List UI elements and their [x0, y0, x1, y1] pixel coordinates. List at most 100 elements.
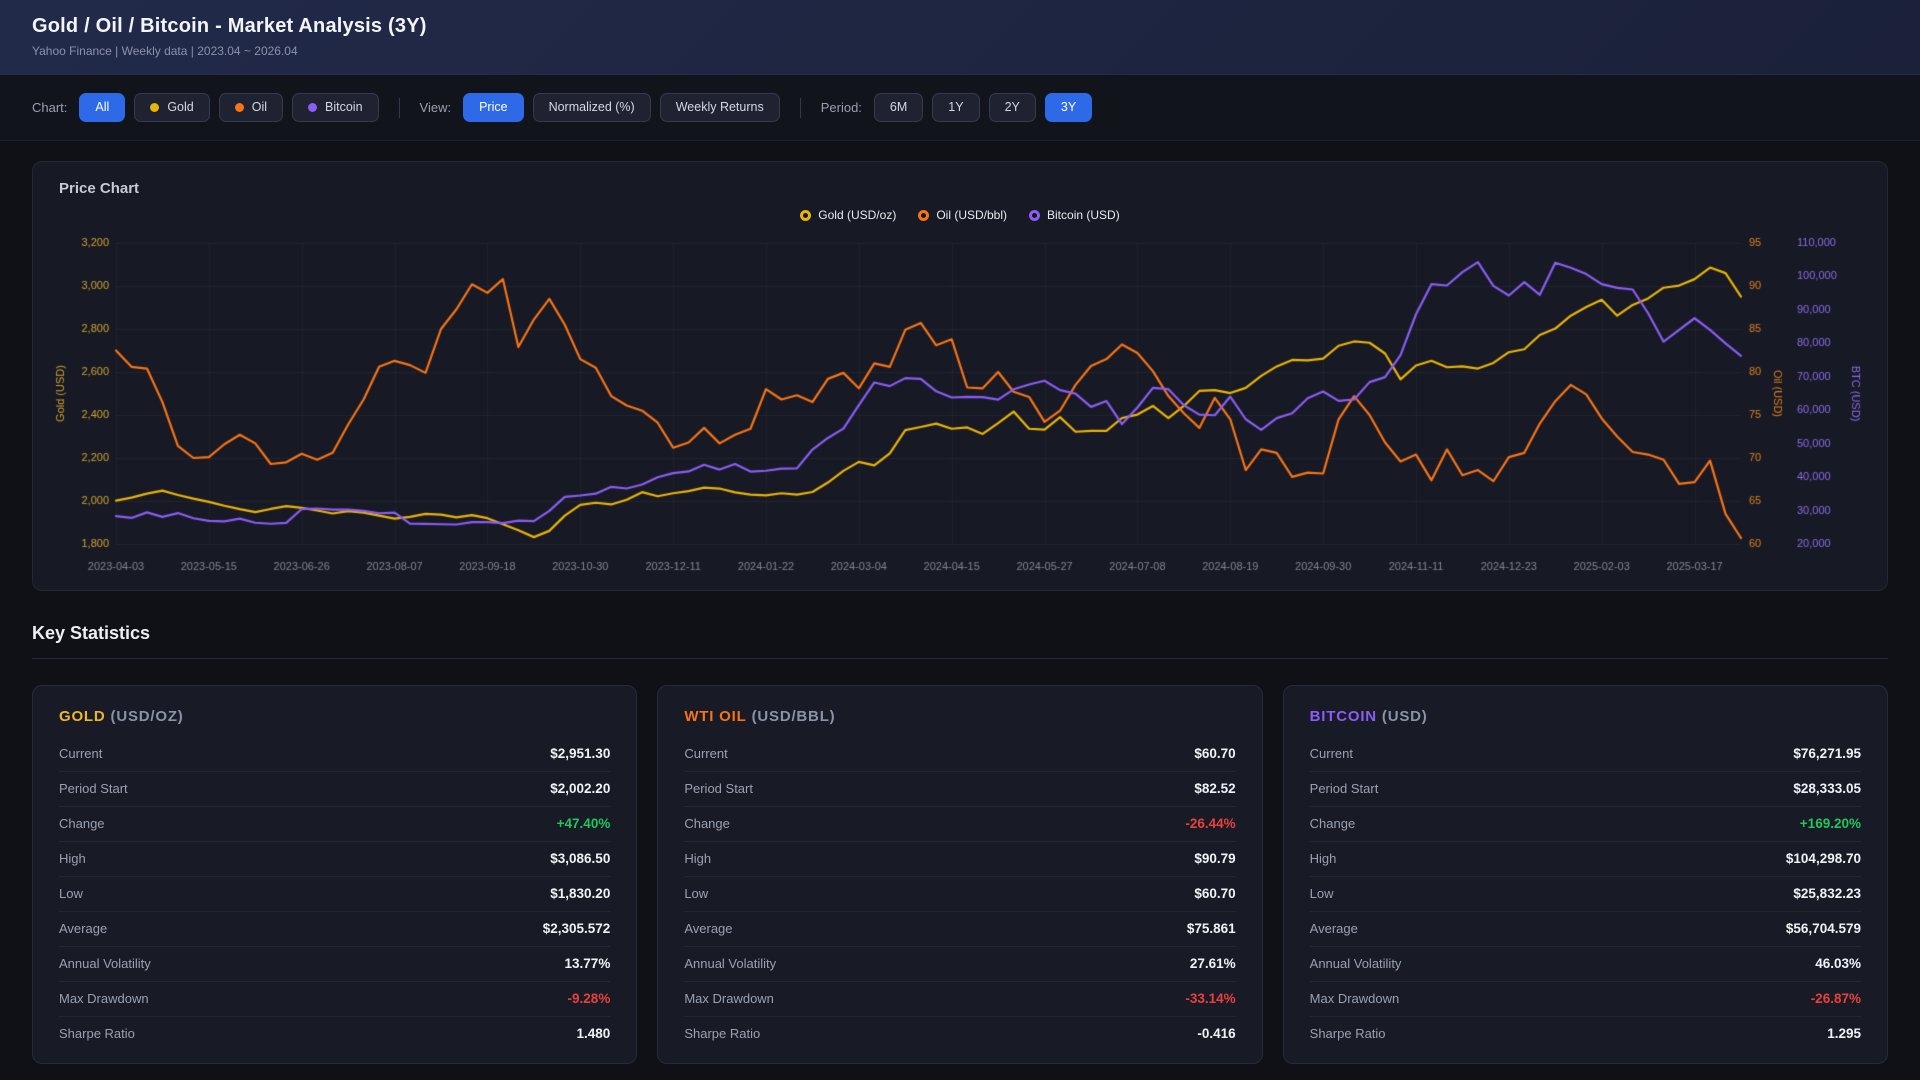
chart-filter-button-bitcoin[interactable]: Bitcoin [292, 93, 379, 122]
stat-value: $90.79 [1194, 851, 1236, 866]
stat-value: +169.20% [1799, 816, 1861, 831]
stat-row-annual-volatility: Annual Volatility 13.77% [59, 947, 611, 982]
period-button-label: 2Y [1004, 100, 1020, 115]
stat-row-high: High $3,086.50 [59, 842, 611, 877]
stat-row-change: Change +169.20% [1309, 807, 1861, 842]
stat-value: -9.28% [567, 991, 611, 1006]
stat-value: -26.87% [1810, 991, 1861, 1006]
stat-row-period-start: Period Start $2,002.20 [59, 772, 611, 807]
stat-label: Sharpe Ratio [59, 1026, 135, 1041]
stat-row-current: Current $76,271.95 [1309, 737, 1861, 772]
stat-label: Max Drawdown [684, 991, 774, 1006]
chart-filter-button-gold[interactable]: Gold [134, 93, 210, 122]
stat-value: 27.61% [1189, 956, 1236, 971]
chart-filter-button-all[interactable]: All [79, 93, 126, 122]
stat-label: Max Drawdown [1309, 991, 1400, 1006]
legend-item-gold-usd-oz[interactable]: Gold (USD/oz) [800, 208, 896, 222]
stat-label: Change [1309, 816, 1356, 831]
legend-item-oil-usd-bbl[interactable]: Oil (USD/bbl) [918, 208, 1007, 222]
stat-label: Period Start [1309, 781, 1379, 796]
chart-title: Price Chart [59, 180, 140, 197]
oil-usd-bbl-legend-marker-icon [918, 209, 930, 221]
stat-value: $3,086.50 [550, 851, 611, 866]
stat-value: $75.861 [1186, 921, 1236, 936]
toolbar-divider [398, 97, 400, 118]
stat-value: +47.40% [556, 816, 611, 831]
stat-card-title: BITCOIN (USD) [1310, 708, 1861, 725]
stat-value: $1,830.20 [550, 886, 611, 901]
view-button-weekly-returns[interactable]: Weekly Returns [659, 93, 780, 122]
stat-label: Annual Volatility [684, 956, 777, 971]
stat-value: $2,951.30 [550, 746, 611, 761]
stat-row-low: Low $25,832.23 [1309, 877, 1861, 912]
stat-value: $28,333.05 [1793, 781, 1861, 796]
stat-row-annual-volatility: Annual Volatility 27.61% [684, 947, 1236, 982]
stat-value: $2,305.572 [542, 921, 611, 936]
legend-item-bitcoin-usd[interactable]: Bitcoin (USD) [1029, 208, 1120, 222]
stat-row-average: Average $75.861 [684, 912, 1236, 947]
stat-label: Current [684, 746, 728, 761]
stat-label: Low [1309, 886, 1334, 901]
asset-unit: (USD) [1381, 708, 1428, 725]
oil-dot-icon [234, 103, 244, 112]
stat-card-title: WTI OIL (USD/BBL) [684, 708, 1235, 725]
stat-value: $60.70 [1194, 886, 1236, 901]
stat-label: Annual Volatility [59, 956, 151, 971]
stat-label: Sharpe Ratio [1309, 1026, 1386, 1041]
stat-row-average: Average $2,305.572 [59, 912, 611, 947]
legend-label: Oil (USD/bbl) [936, 208, 1008, 222]
stat-value: 13.77% [564, 956, 611, 971]
gold-usd-oz-legend-marker-icon [800, 209, 812, 221]
period-filter-label: Period: [820, 100, 862, 115]
stat-label: Average [1309, 921, 1358, 936]
stat-label: Annual Volatility [1309, 956, 1402, 971]
stat-row-period-start: Period Start $82.52 [684, 772, 1236, 807]
stat-label: High [684, 851, 712, 866]
chart-filter-label: Chart: [32, 100, 68, 115]
stat-row-low: Low $60.70 [684, 877, 1236, 912]
stat-label: Change [59, 816, 105, 831]
chart-filter-button-oil[interactable]: Oil [218, 93, 283, 122]
stat-label: Current [59, 746, 103, 761]
legend-label: Bitcoin (USD) [1047, 208, 1120, 222]
chart-filter-button-label: All [95, 100, 110, 115]
stat-value: $2,002.20 [550, 781, 611, 796]
stat-card-title: GOLD (USD/OZ) [59, 708, 610, 725]
asset-unit: (USD/OZ) [110, 708, 184, 725]
stat-card-wti-oil: WTI OIL (USD/BBL) Current $60.70 Period Star… [657, 685, 1263, 1064]
stat-label: Sharpe Ratio [684, 1026, 761, 1041]
period-button-1y[interactable]: 1Y [932, 93, 980, 122]
view-button-label: Normalized (%) [548, 100, 635, 115]
stat-row-sharpe-ratio: Sharpe Ratio -0.416 [684, 1017, 1235, 1051]
stat-value: 46.03% [1815, 956, 1861, 971]
stat-value: $60.70 [1194, 746, 1236, 761]
view-button-price[interactable]: Price [463, 93, 524, 122]
stat-row-current: Current $2,951.30 [59, 737, 611, 772]
app-header: Gold / Oil / Bitcoin - Market Analysis (… [0, 0, 1920, 75]
asset-symbol: GOLD [59, 708, 106, 725]
chart-filter-button-label: Bitcoin [325, 100, 363, 115]
period-button-label: 1Y [948, 100, 964, 115]
stat-label: High [1309, 851, 1337, 866]
stat-card-gold: GOLD (USD/OZ) Current $2,951.30 Period Start… [32, 685, 638, 1064]
chart-filter-button-label: Gold [167, 100, 194, 115]
period-button-2y[interactable]: 2Y [988, 93, 1036, 122]
page-title: Gold / Oil / Bitcoin - Market Analysis (… [32, 15, 427, 37]
stat-row-max-drawdown: Max Drawdown -9.28% [59, 982, 611, 1017]
stat-value: -0.416 [1197, 1026, 1236, 1041]
period-button-3y[interactable]: 3Y [1044, 93, 1093, 122]
view-button-label: Weekly Returns [675, 100, 764, 115]
stat-label: Period Start [59, 781, 128, 796]
stat-row-period-start: Period Start $28,333.05 [1309, 772, 1861, 807]
view-button-normalized[interactable]: Normalized (%) [532, 93, 651, 122]
stat-value: -26.44% [1185, 816, 1236, 831]
chart-filter-button-label: Oil [251, 100, 267, 115]
stat-row-change: Change +47.40% [59, 807, 611, 842]
toolbar-divider [799, 97, 801, 118]
stat-value: 1.480 [576, 1026, 611, 1041]
price-chart-canvas[interactable] [33, 232, 1889, 582]
gold-dot-icon [150, 103, 160, 112]
price-chart-panel: Price Chart Gold (USD/oz) Oil (USD/bbl) Bi… [32, 161, 1889, 591]
market-analysis-dashboard: Gold / Oil / Bitcoin - Market Analysis (… [0, 0, 1920, 1064]
period-button-6m[interactable]: 6M [873, 93, 924, 122]
